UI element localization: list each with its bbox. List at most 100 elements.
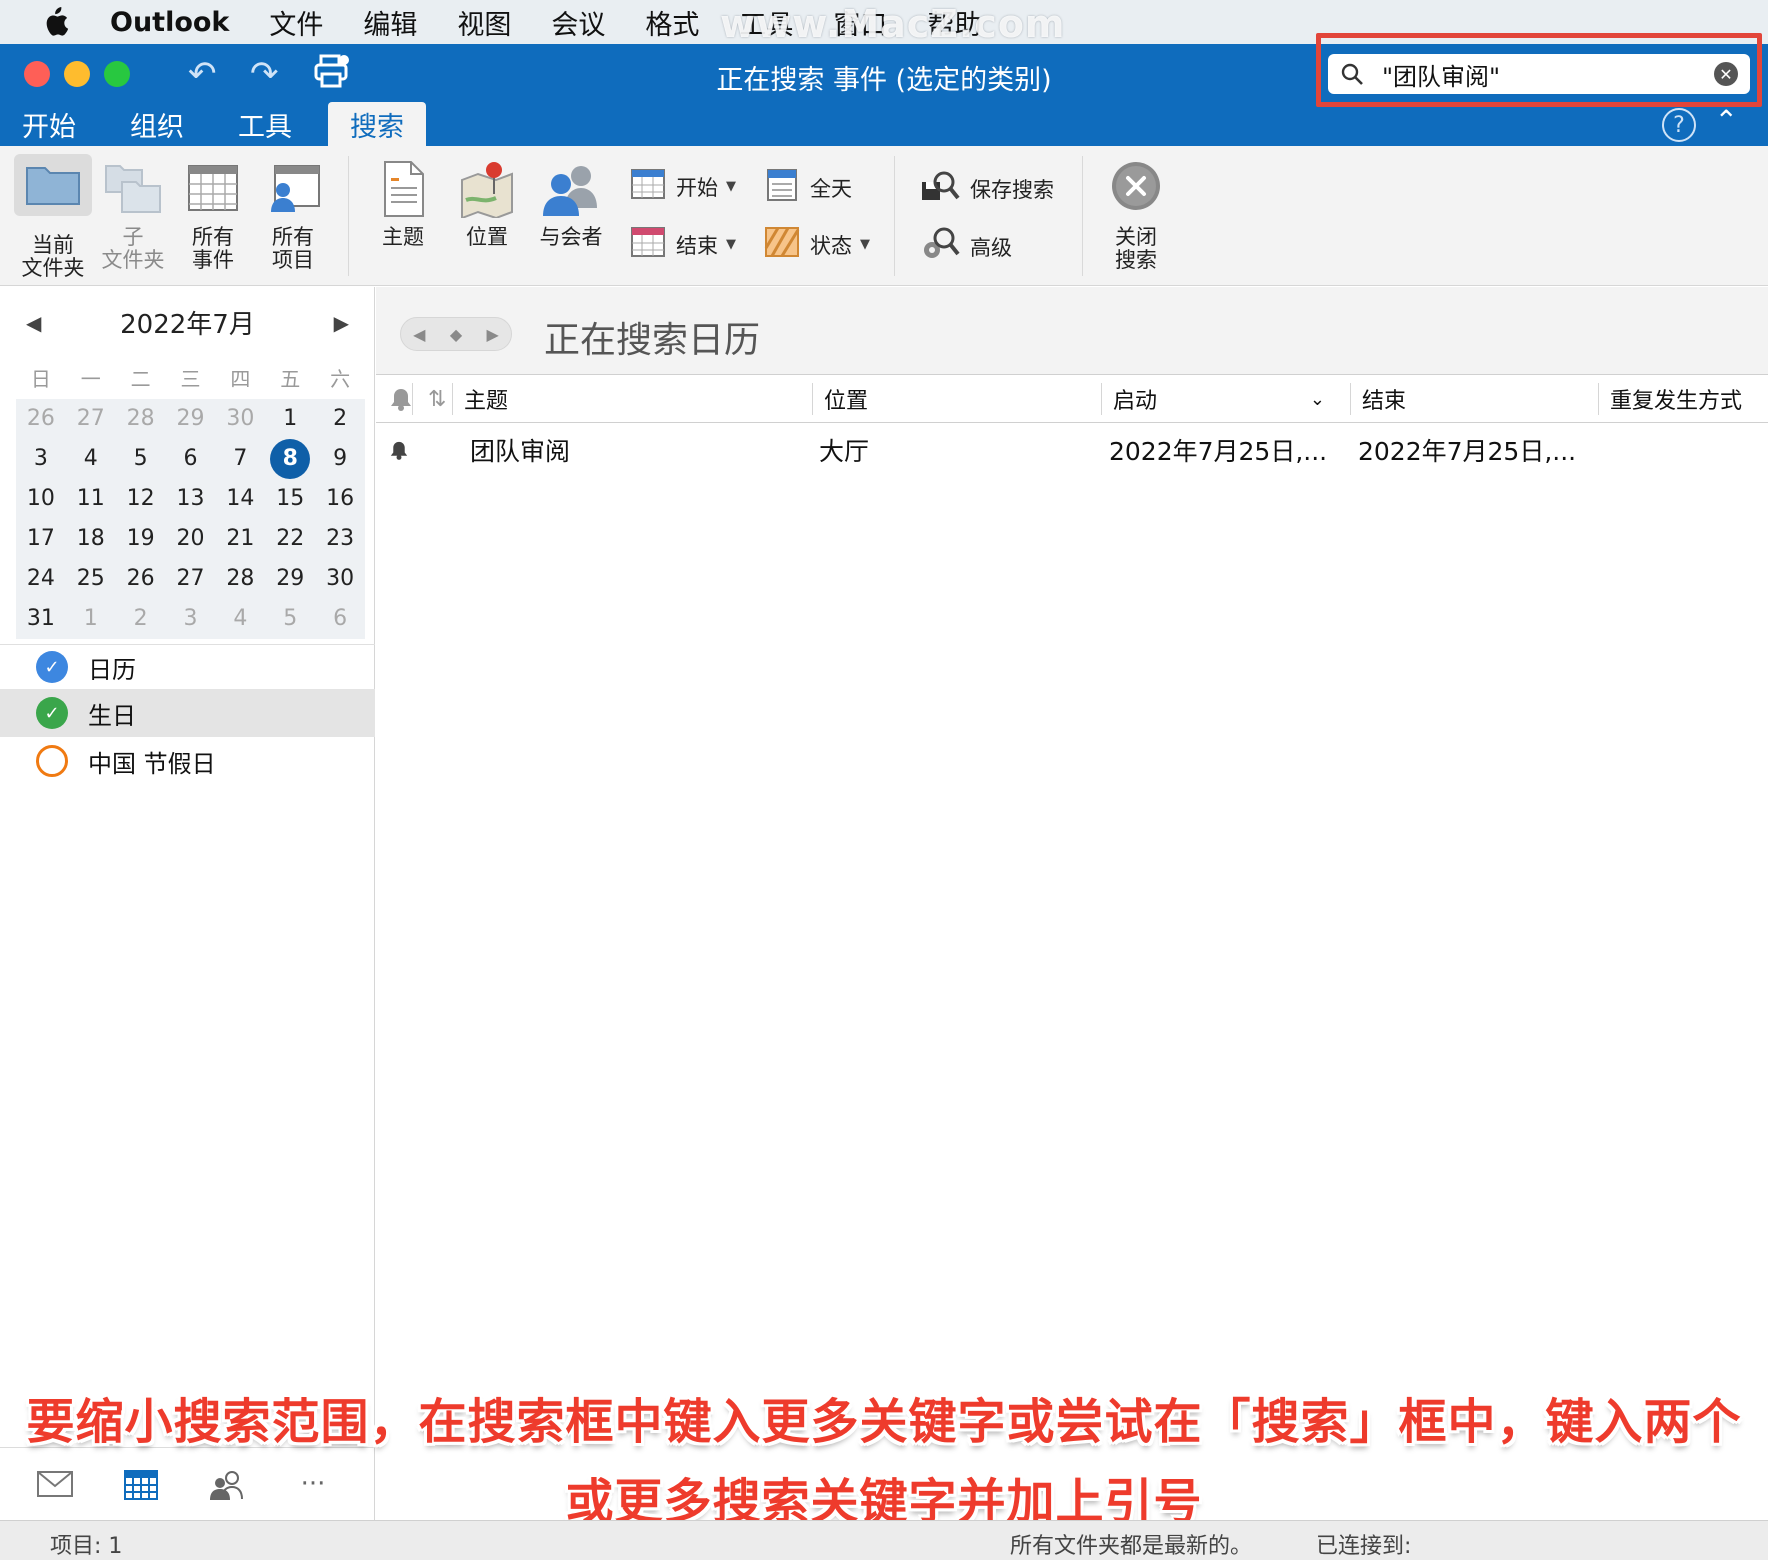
close-search-button[interactable]: 关闭 搜索 [1104,160,1168,272]
checkmark-circle-icon[interactable]: ✓ [36,651,68,683]
next-month-icon[interactable]: ▶ [334,311,349,335]
close-circle-icon [1104,160,1168,220]
calendar-day[interactable]: 7 [215,439,265,479]
calendar-day-number: 21 [226,526,255,551]
calendar-list-label: 中国 节假日 [88,749,216,778]
save-search-button[interactable]: 保存搜索 [920,168,1054,209]
help-icon[interactable]: ? [1662,108,1696,142]
calendar-list-item[interactable]: 中国 节假日 [0,737,375,785]
menu-app-name[interactable]: Outlook [110,7,229,38]
empty-circle-icon[interactable] [36,745,68,777]
tab-tools[interactable]: 工具 [216,102,314,146]
calendar-day[interactable]: 30 [215,399,265,439]
calendar-day[interactable]: 11 [66,479,116,519]
collapse-ribbon-icon[interactable]: ⌃ [1715,104,1738,137]
calendar-day[interactable]: 1 [66,599,116,639]
attendees-filter-button[interactable]: 与会者 [534,160,608,249]
calendar-day[interactable]: 27 [66,399,116,439]
calendar-day[interactable]: 29 [166,399,216,439]
menu-view[interactable]: 视图 [457,3,511,42]
current-folder-label-line2: 文件夹 [21,256,85,280]
calendar-day[interactable]: 17 [16,519,66,559]
calendar-day[interactable]: 24 [16,559,66,599]
calendar-day[interactable]: 22 [265,519,315,559]
current-folder-label[interactable]: 当前 文件夹 [14,234,92,280]
calendar-day[interactable]: 26 [16,399,66,439]
calendar-day[interactable]: 5 [265,599,315,639]
calendar-day[interactable]: 30 [315,559,365,599]
calendar-day[interactable]: 28 [116,399,166,439]
calendar-day[interactable]: 18 [66,519,116,559]
all-events-button[interactable]: 所有 事件 [180,160,246,272]
calendar-day[interactable]: 5 [116,439,166,479]
back-arrow-icon[interactable]: ◀ [413,325,425,344]
calendar-day[interactable]: 4 [215,599,265,639]
status-filter-dropdown[interactable]: 状态 ▼ [764,226,870,263]
calendar-day[interactable]: 2 [116,599,166,639]
column-start[interactable]: 启动 ⌄ [1105,375,1335,423]
recurrence-column-icon[interactable]: ⇅ [420,375,446,423]
calendar-day[interactable]: 23 [315,519,365,559]
menu-edit[interactable]: 编辑 [363,3,417,42]
column-subject[interactable]: 主题 [456,375,508,423]
calendar-day[interactable]: 27 [166,559,216,599]
calendar-day[interactable]: 4 [66,439,116,479]
column-recurrence[interactable]: 重复发生方式 [1602,375,1742,423]
calendar-day[interactable]: 12 [116,479,166,519]
row-start: 2022年7月25日,... [1109,437,1328,466]
subfolder-button[interactable]: 子 文件夹 [98,160,168,272]
calendar-day[interactable]: 28 [215,559,265,599]
calendar-day[interactable]: 1 [265,399,315,439]
tab-organize[interactable]: 组织 [108,102,206,146]
column-end[interactable]: 结束 [1354,375,1406,423]
calendar-day[interactable]: 20 [166,519,216,559]
menu-meeting[interactable]: 会议 [551,3,605,42]
calendar-day[interactable]: 31 [16,599,66,639]
calendar-day[interactable]: 16 [315,479,365,519]
calendar-list-item[interactable]: ✓ 生日 [0,689,375,737]
view-navigation-control[interactable]: ◀ ◆ ▶ [400,317,512,351]
calendar-day-number: 26 [26,406,55,431]
calendar-day[interactable]: 3 [16,439,66,479]
calendar-day[interactable]: 14 [215,479,265,519]
calendar-day[interactable]: 15 [265,479,315,519]
tab-home[interactable]: 开始 [0,102,98,146]
advanced-search-button[interactable]: 高级 [920,226,1012,267]
all-items-button[interactable]: 所有 项目 [260,160,326,272]
table-row[interactable]: 团队审阅 大厅 2022年7月25日,... 2022年7月25日,... [376,424,1768,476]
today-diamond-icon[interactable]: ◆ [450,325,462,344]
all-events-label-line2: 事件 [192,248,234,272]
end-filter-dropdown[interactable]: 结束 ▼ [630,226,736,263]
calendar-day[interactable]: 13 [166,479,216,519]
start-filter-dropdown[interactable]: 开始 ▼ [630,168,736,205]
apple-icon[interactable] [0,6,110,38]
previous-month-icon[interactable]: ◀ [26,311,41,335]
calendar-day[interactable]: 26 [116,559,166,599]
calendar-day-today[interactable]: 8 [265,439,315,479]
sort-chevron-down-icon[interactable]: ⌄ [1310,389,1325,410]
tab-search[interactable]: 搜索 [328,102,426,146]
reminder-column-icon[interactable] [382,375,412,423]
calendar-day[interactable]: 21 [215,519,265,559]
forward-arrow-icon[interactable]: ▶ [486,325,498,344]
calendar-list-item[interactable]: ✓ 日历 [0,645,375,689]
calendar-day[interactable]: 6 [166,439,216,479]
calendar-day[interactable]: 9 [315,439,365,479]
column-location[interactable]: 位置 [816,375,868,423]
calendar-day[interactable]: 29 [265,559,315,599]
menu-file[interactable]: 文件 [269,3,323,42]
calendar-day[interactable]: 10 [16,479,66,519]
calendar-day[interactable]: 6 [315,599,365,639]
calendar-day-number: 4 [233,606,248,631]
calendar-day[interactable]: 3 [166,599,216,639]
location-filter-button[interactable]: 位置 [454,160,520,249]
checkmark-circle-icon[interactable]: ✓ [36,697,68,729]
calendar-day[interactable]: 25 [66,559,116,599]
menu-format[interactable]: 格式 [645,3,699,42]
current-folder-button[interactable] [14,154,92,216]
calendar-day[interactable]: 2 [315,399,365,439]
subject-filter-button[interactable]: 主题 [370,160,436,249]
mini-calendar-title: 2022年7月 [120,309,255,340]
calendar-day[interactable]: 19 [116,519,166,559]
all-day-filter-button[interactable]: 全天 [764,168,852,207]
